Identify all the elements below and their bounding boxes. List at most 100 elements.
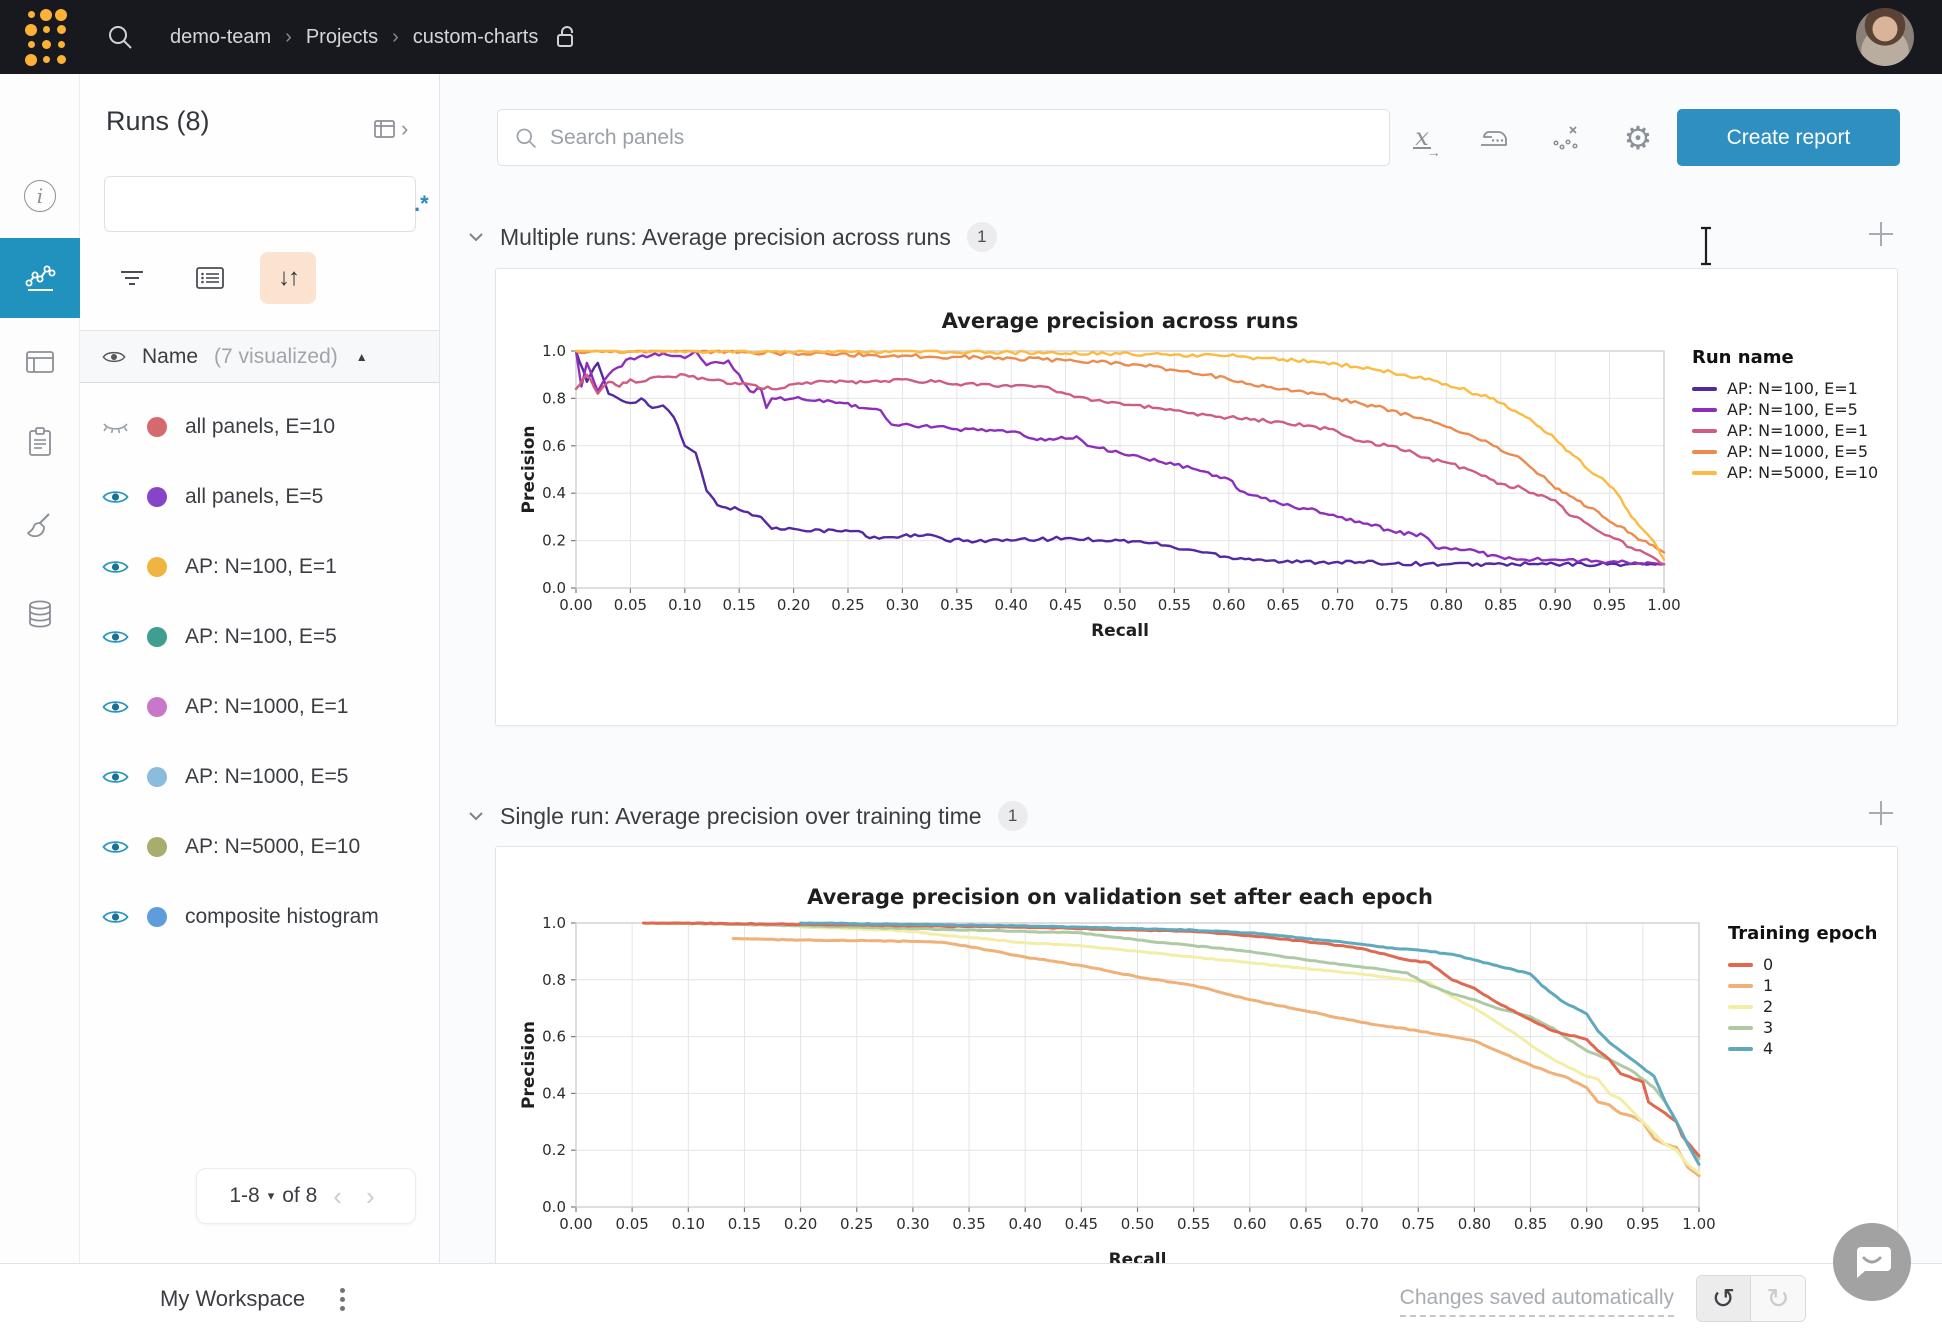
unlock-icon	[554, 24, 578, 50]
workspace-settings-button[interactable]: ⚙	[1616, 116, 1660, 160]
run-visibility-toggle[interactable]	[102, 418, 129, 436]
breadcrumb-project[interactable]: custom-charts	[413, 26, 539, 49]
panel-count-badge: 1	[998, 801, 1028, 831]
run-color-dot	[147, 417, 167, 437]
sidebar-item-tables[interactable]	[0, 330, 80, 394]
chevron-down-icon[interactable]	[468, 811, 484, 821]
sidebar-item-sweeps[interactable]	[0, 494, 80, 558]
run-name[interactable]: all panels, E=5	[185, 485, 323, 509]
name-column-label: Name	[142, 345, 198, 369]
x-tick-label: 0.50	[1121, 1215, 1154, 1233]
eye-open-icon	[102, 908, 129, 926]
redo-button[interactable]: ↻	[1751, 1276, 1805, 1321]
wandb-logo[interactable]	[24, 8, 68, 67]
sort-button[interactable]: ↓↑	[260, 252, 316, 304]
chart-panel-average-precision-per-epoch[interactable]: Average precision on validation set afte…	[495, 846, 1898, 1316]
expand-runs-table-button[interactable]: ›	[373, 116, 408, 142]
workspace-selector[interactable]: My Workspace	[160, 1286, 305, 1312]
x-tick-label: 0.80	[1430, 596, 1463, 614]
run-color-dot	[147, 767, 167, 787]
smoothing-button[interactable]	[1472, 116, 1516, 160]
run-name[interactable]: AP: N=5000, E=10	[185, 835, 360, 859]
scatter-exclude-icon	[1550, 123, 1582, 153]
legend-entry: AP: N=5000, E=10	[1692, 462, 1878, 483]
run-name[interactable]: AP: N=100, E=5	[185, 625, 337, 649]
outliers-button[interactable]	[1544, 116, 1588, 160]
runs-name-header[interactable]: Name (7 visualized) ▲	[80, 330, 439, 383]
legend-swatch	[1728, 963, 1753, 967]
breadcrumb-projects[interactable]: Projects	[306, 26, 378, 49]
line-chart[interactable]: 0.000.050.100.150.200.250.300.350.400.45…	[520, 911, 1760, 1322]
line-chart[interactable]: 0.000.050.100.150.200.250.300.350.400.45…	[520, 333, 1690, 650]
run-visibility-toggle[interactable]	[102, 908, 129, 926]
run-visibility-toggle[interactable]	[102, 628, 129, 646]
run-name[interactable]: AP: N=1000, E=1	[185, 695, 348, 719]
page-range[interactable]: 1-8	[229, 1184, 259, 1208]
x-axis-settings-button[interactable]: x	[1400, 116, 1444, 160]
chevron-down-icon[interactable]	[468, 232, 484, 242]
section-title[interactable]: Multiple runs: Average precision across …	[500, 224, 951, 251]
run-row: AP: N=1000, E=5	[80, 742, 439, 812]
filter-icon	[118, 268, 146, 288]
run-row: composite histogram	[80, 882, 439, 952]
info-icon: i	[24, 180, 56, 212]
page-total: of 8	[282, 1184, 317, 1208]
runs-toolbar: ↓↑	[104, 252, 316, 304]
run-name[interactable]: AP: N=1000, E=5	[185, 765, 348, 789]
y-axis-label: Precision	[520, 425, 539, 513]
legend-swatch	[1728, 1005, 1753, 1009]
run-color-dot	[147, 627, 167, 647]
y-tick-label: 0.4	[542, 1084, 566, 1102]
page-size-caret-icon[interactable]: ▾	[268, 1188, 275, 1204]
filter-button[interactable]	[104, 252, 160, 304]
run-name[interactable]: all panels, E=10	[185, 415, 335, 439]
x-tick-label: 0.70	[1321, 596, 1354, 614]
legend-swatch	[1692, 387, 1717, 391]
legend-label: 1	[1763, 976, 1773, 995]
section-title[interactable]: Single run: Average precision over train…	[500, 803, 982, 830]
add-panel-button[interactable]	[1864, 217, 1898, 251]
eye-open-icon	[102, 628, 129, 646]
x-tick-label: 0.60	[1212, 596, 1245, 614]
panel-search-input[interactable]	[538, 126, 1389, 150]
sidebar-item-artifacts[interactable]	[0, 582, 80, 646]
x-tick-label: 1.00	[1647, 596, 1680, 614]
sidebar-item-overview[interactable]: i	[0, 164, 80, 228]
next-page-button[interactable]: ›	[358, 1181, 383, 1212]
create-report-button[interactable]: Create report	[1677, 109, 1900, 166]
undo-button[interactable]: ↺	[1697, 1276, 1751, 1321]
workspace-menu-button[interactable]	[332, 1284, 352, 1314]
runs-search-input[interactable]	[119, 177, 400, 231]
autosave-status[interactable]: Changes saved automatically	[1400, 1286, 1674, 1317]
prev-page-button[interactable]: ‹	[325, 1181, 350, 1212]
user-avatar[interactable]	[1856, 8, 1914, 66]
sidebar-item-charts[interactable]	[0, 238, 80, 318]
x-tick-label: 1.00	[1682, 1215, 1715, 1233]
run-name[interactable]: composite histogram	[185, 905, 379, 929]
breadcrumb-separator: ›	[392, 26, 399, 49]
x-tick-label: 0.75	[1375, 596, 1408, 614]
run-visibility-toggle[interactable]	[102, 838, 129, 856]
regex-toggle[interactable]: .*	[400, 191, 443, 217]
run-visibility-toggle[interactable]	[102, 698, 129, 716]
breadcrumb-team[interactable]: demo-team	[170, 26, 271, 49]
legend-swatch	[1728, 1026, 1753, 1030]
support-chat-button[interactable]	[1833, 1223, 1911, 1301]
run-visibility-toggle[interactable]	[102, 488, 129, 506]
run-name[interactable]: AP: N=100, E=1	[185, 555, 337, 579]
add-panel-button[interactable]	[1864, 796, 1898, 830]
global-search-icon[interactable]	[106, 23, 134, 51]
run-visibility-toggle[interactable]	[102, 768, 129, 786]
legend-entry: 0	[1728, 954, 1877, 975]
y-tick-label: 0.4	[542, 484, 566, 502]
sidebar-item-notes[interactable]	[0, 410, 80, 474]
chart-panel-average-precision-across-runs[interactable]: Average precision across runs 0.000.050.…	[495, 268, 1898, 726]
grouping-button[interactable]	[182, 252, 238, 304]
panel-count-badge: 1	[967, 222, 997, 252]
y-tick-label: 1.0	[542, 914, 566, 932]
run-visibility-toggle[interactable]	[102, 558, 129, 576]
y-tick-label: 1.0	[542, 342, 566, 360]
left-icon-rail: i	[0, 74, 80, 1334]
legend-entry: AP: N=100, E=5	[1692, 399, 1878, 420]
legend-entries: 01234	[1728, 954, 1877, 1059]
